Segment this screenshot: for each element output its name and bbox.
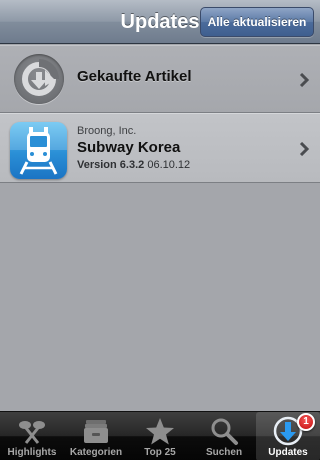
tab-bar: Highlights Kategorien Top 25 Suchen 1 Up… [0, 411, 320, 460]
tab-updates[interactable]: 1 Updates [256, 412, 320, 460]
highlights-icon [19, 421, 45, 444]
search-icon [211, 418, 238, 445]
chevron-right-icon [299, 142, 310, 156]
tab-categories[interactable]: Kategorien [64, 412, 128, 460]
categories-icon [84, 420, 108, 443]
app-name: Subway Korea [77, 139, 181, 156]
tab-top-25[interactable]: Top 25 [128, 412, 192, 460]
download-history-icon [14, 54, 64, 104]
updates-count-badge: 1 [297, 413, 315, 431]
tab-label: Kategorien [69, 447, 123, 458]
tab-label: Suchen [205, 447, 243, 458]
chevron-right-icon [299, 73, 310, 87]
app-version: Version 6.3.2 [77, 159, 145, 171]
purchased-items-label: Gekaufte Artikel [77, 68, 192, 85]
app-update-date: 06.10.12 [147, 159, 191, 171]
app-version-info: Version 6.3.2 06.10.12 [77, 159, 190, 171]
navigation-bar: Updates Alle aktualisieren [0, 0, 320, 44]
subway-train-icon [10, 122, 67, 179]
tab-highlights[interactable]: Highlights [0, 412, 64, 460]
app-developer: Broong, Inc. [77, 125, 137, 137]
tab-search[interactable]: Suchen [192, 412, 256, 460]
app-update-row[interactable]: Broong, Inc. Subway Korea Version 6.3.2 … [0, 113, 320, 183]
update-all-button[interactable]: Alle aktualisieren [200, 7, 314, 37]
tab-label: Updates [268, 447, 308, 458]
purchased-items-row[interactable]: Gekaufte Artikel [0, 45, 320, 113]
tab-label: Highlights [7, 447, 57, 458]
star-icon [146, 418, 174, 445]
tab-label: Top 25 [144, 447, 176, 458]
